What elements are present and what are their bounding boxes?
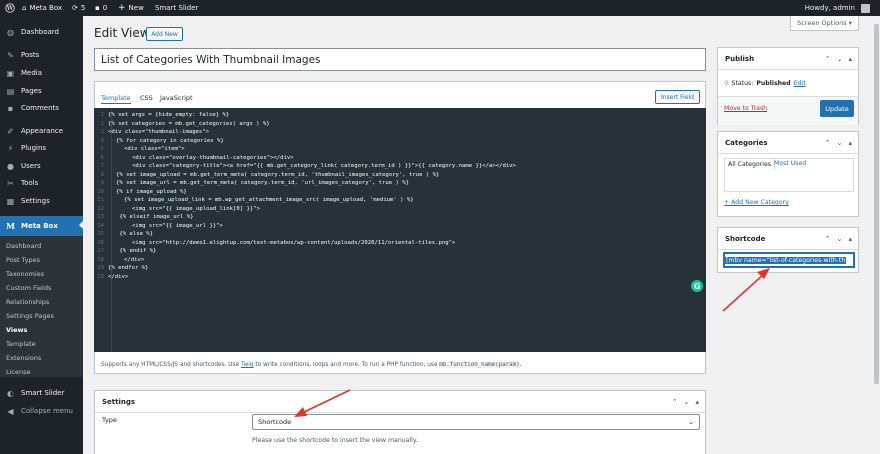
page-scrollbar[interactable] xyxy=(873,16,880,454)
red-arrow-shortcode xyxy=(722,268,770,312)
red-arrow-type xyxy=(294,389,351,417)
scrollbar-thumb[interactable] xyxy=(874,24,879,384)
annotation-arrows xyxy=(294,268,770,417)
